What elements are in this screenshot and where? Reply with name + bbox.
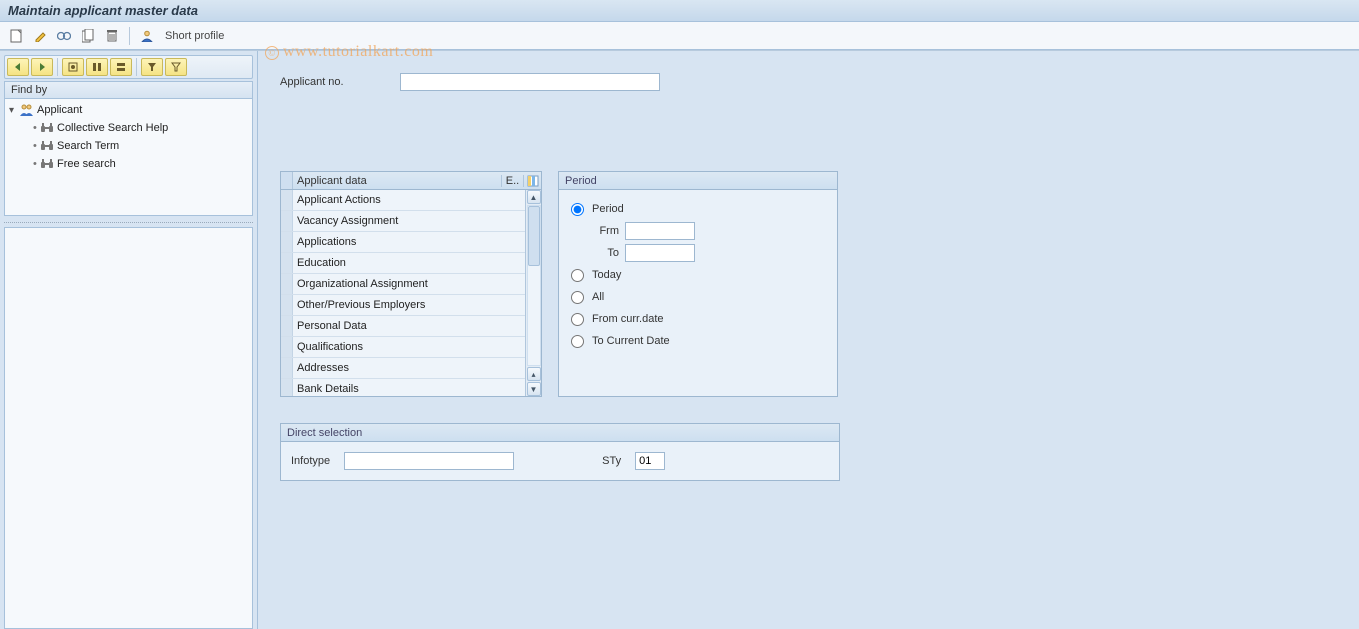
tree-panel: ▾ Applicant • Collective Search Help • S… (4, 98, 253, 216)
configure-columns-icon[interactable] (523, 175, 541, 187)
main-toolbar: Short profile (0, 22, 1359, 50)
binoculars-icon (39, 121, 55, 135)
tree-child-freesearch[interactable]: • Free search (5, 155, 252, 173)
left-panel: Find by ▾ Applicant • Collective Search … (0, 51, 258, 629)
back-icon[interactable] (7, 58, 29, 76)
list-header-title: Applicant data (293, 175, 501, 187)
forward-icon[interactable] (31, 58, 53, 76)
copy-icon[interactable] (78, 26, 98, 46)
infotype-input[interactable] (344, 452, 514, 470)
period-to-row: To (593, 242, 825, 264)
list-item[interactable]: Personal Data (281, 316, 541, 337)
list-item[interactable]: Education (281, 253, 541, 274)
direct-title: Direct selection (281, 424, 839, 442)
applicant-no-row: Applicant no. (280, 73, 1337, 91)
list-item[interactable]: Vacancy Assignment (281, 211, 541, 232)
list-header: Applicant data E.. (281, 172, 541, 190)
frm-label: Frm (593, 225, 619, 237)
tree-root-applicant[interactable]: ▾ Applicant (5, 101, 252, 119)
nav-tool1-icon[interactable] (62, 58, 84, 76)
delete-icon[interactable] (102, 26, 122, 46)
period-title: Period (559, 172, 837, 190)
left-bottom-panel (4, 227, 253, 629)
radio-from-curr[interactable]: From curr.date (571, 308, 825, 330)
direct-selection-groupbox: Direct selection Infotype STy (280, 423, 840, 481)
scroll-down-icon[interactable]: ▼ (527, 382, 541, 396)
radio-period[interactable]: Period (571, 198, 825, 220)
list-item[interactable]: Bank Details (281, 379, 541, 396)
infotype-label: Infotype (291, 455, 330, 467)
list-item[interactable]: Other/Previous Employers (281, 295, 541, 316)
person-icon[interactable] (137, 26, 157, 46)
scroll-down-small-icon[interactable]: ▴ (527, 367, 541, 381)
create-icon[interactable] (6, 26, 26, 46)
applicant-no-input[interactable] (400, 73, 660, 91)
frm-input[interactable] (625, 222, 695, 240)
period-groupbox: Period Period Frm To (558, 171, 838, 397)
change-icon[interactable] (30, 26, 50, 46)
list-header-e: E.. (501, 175, 523, 187)
sty-input[interactable] (635, 452, 665, 470)
tree-root-label: Applicant (37, 104, 82, 116)
radio-today-input[interactable] (571, 269, 584, 282)
collapse-icon[interactable]: ▾ (9, 105, 19, 116)
display-icon[interactable] (54, 26, 74, 46)
tree-child-collective[interactable]: • Collective Search Help (5, 119, 252, 137)
radio-period-input[interactable] (571, 203, 584, 216)
nav-tool3-icon[interactable] (110, 58, 132, 76)
short-profile-button[interactable]: Short profile (161, 30, 228, 42)
radio-to-current-input[interactable] (571, 335, 584, 348)
list-body: Applicant Actions Vacancy Assignment App… (281, 190, 541, 396)
panel-divider (4, 222, 253, 223)
list-item[interactable]: Applications (281, 232, 541, 253)
radio-to-current[interactable]: To Current Date (571, 330, 825, 352)
applicant-data-list: Applicant data E.. Applicant Actions Vac… (280, 171, 542, 397)
radio-today[interactable]: Today (571, 264, 825, 286)
list-item[interactable]: Qualifications (281, 337, 541, 358)
nav-filter1-icon[interactable] (141, 58, 163, 76)
to-input[interactable] (625, 244, 695, 262)
scroll-up-icon[interactable]: ▲ (527, 190, 541, 204)
sty-label: STy (602, 455, 621, 467)
nav-tool2-icon[interactable] (86, 58, 108, 76)
window-title: Maintain applicant master data (0, 0, 1359, 22)
tree-child-searchterm[interactable]: • Search Term (5, 137, 252, 155)
list-item[interactable]: Organizational Assignment (281, 274, 541, 295)
binoculars-icon (39, 157, 55, 171)
radio-from-curr-input[interactable] (571, 313, 584, 326)
period-frm-row: Frm (593, 220, 825, 242)
nav-filter2-icon[interactable] (165, 58, 187, 76)
applicant-group-icon (19, 103, 35, 117)
toolbar-separator (129, 27, 130, 45)
list-scrollbar[interactable]: ▲ ▴ ▼ (525, 190, 541, 396)
list-item[interactable]: Applicant Actions (281, 190, 541, 211)
binoculars-icon (39, 139, 55, 153)
radio-all[interactable]: All (571, 286, 825, 308)
nav-toolbar (4, 55, 253, 79)
to-label: To (593, 247, 619, 259)
main-content: Applicant no. Applicant data E.. Applica… (258, 51, 1359, 629)
list-item[interactable]: Addresses (281, 358, 541, 379)
findby-header: Find by (4, 81, 253, 98)
applicant-no-label: Applicant no. (280, 76, 390, 88)
radio-all-input[interactable] (571, 291, 584, 304)
